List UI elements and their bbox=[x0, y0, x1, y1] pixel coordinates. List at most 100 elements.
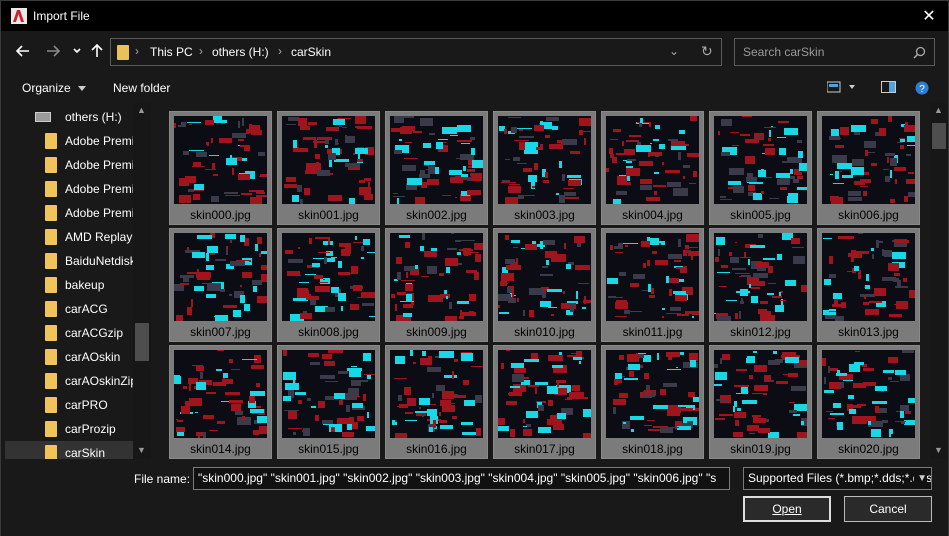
open-button[interactable]: Open bbox=[743, 496, 831, 522]
chevron-down-icon: ▼ bbox=[914, 468, 927, 489]
image-thumbnail bbox=[174, 116, 267, 204]
file-tile[interactable]: skin018.jpg bbox=[601, 345, 704, 459]
file-type-value: Supported Files (*.bmp;*.dds;*.dds bbox=[748, 471, 932, 485]
new-folder-button[interactable]: New folder bbox=[113, 81, 170, 95]
file-tile[interactable]: skin000.jpg bbox=[169, 111, 272, 225]
file-type-select[interactable]: Supported Files (*.bmp;*.dds;*.dds ▼ bbox=[743, 467, 932, 490]
up-button[interactable] bbox=[87, 41, 107, 61]
back-button[interactable] bbox=[13, 41, 33, 61]
file-tile[interactable]: skin001.jpg bbox=[277, 111, 380, 225]
file-tile[interactable]: skin020.jpg bbox=[817, 345, 920, 459]
caret-down-icon bbox=[78, 85, 87, 91]
nav-item-folder[interactable]: bakeup bbox=[5, 273, 133, 297]
nav-scroll-thumb[interactable] bbox=[135, 323, 149, 361]
search-input[interactable]: Search carSkin bbox=[743, 45, 824, 59]
address-bar[interactable]: › This PC › others (H:) › carSkin ⌄ ↻ bbox=[110, 38, 722, 66]
nav-item-folder[interactable]: AMD Replay bbox=[5, 225, 133, 249]
folder-icon bbox=[45, 373, 57, 389]
scroll-down-icon[interactable]: ▼ bbox=[934, 445, 943, 455]
grid-scroll-thumb[interactable] bbox=[932, 123, 946, 149]
folder-icon bbox=[45, 325, 57, 341]
file-tile[interactable]: skin013.jpg bbox=[817, 228, 920, 342]
preview-pane-button[interactable] bbox=[881, 81, 896, 96]
file-tile[interactable]: skin010.jpg bbox=[493, 228, 596, 342]
nav-scrollbar[interactable]: ▲ ▼ bbox=[133, 103, 151, 459]
nav-item-label: AMD Replay bbox=[65, 230, 133, 244]
file-name: skin014.jpg bbox=[190, 442, 251, 456]
image-thumbnail bbox=[714, 116, 807, 204]
help-button[interactable]: ? bbox=[915, 81, 929, 98]
nav-item-folder[interactable]: Adobe Premi bbox=[5, 201, 134, 225]
nav-item-label: carProzip bbox=[65, 422, 116, 436]
forward-button[interactable] bbox=[43, 41, 63, 61]
file-grid-scrollbar[interactable]: ▲ ▼ bbox=[930, 103, 948, 459]
file-name: skin008.jpg bbox=[298, 325, 359, 339]
refresh-icon[interactable]: ↻ bbox=[701, 43, 713, 60]
file-tile[interactable]: skin003.jpg bbox=[493, 111, 596, 225]
file-tile[interactable]: skin008.jpg bbox=[277, 228, 380, 342]
window-title: Import File bbox=[33, 9, 90, 23]
nav-item-folder[interactable]: Adobe Premi bbox=[5, 177, 134, 201]
import-file-dialog: Import File ✕ › This PC › others (H:) › … bbox=[0, 0, 949, 536]
file-tile[interactable]: skin011.jpg bbox=[601, 228, 704, 342]
nav-item-folder[interactable]: carProzip bbox=[5, 417, 133, 441]
close-button[interactable]: ✕ bbox=[910, 1, 948, 31]
breadcrumb-current-folder[interactable]: carSkin bbox=[291, 45, 331, 59]
scroll-up-icon[interactable]: ▲ bbox=[137, 105, 146, 115]
file-name: skin013.jpg bbox=[838, 325, 899, 339]
address-dropdown-icon[interactable]: ⌄ bbox=[669, 44, 679, 58]
nav-item-folder[interactable]: Adobe Premi bbox=[5, 153, 134, 177]
recent-locations-button[interactable] bbox=[67, 41, 87, 61]
folder-icon bbox=[45, 301, 57, 317]
nav-item-folder[interactable]: carSkin bbox=[5, 441, 133, 459]
file-name: skin010.jpg bbox=[514, 325, 575, 339]
title-bar[interactable]: Import File ✕ bbox=[1, 1, 948, 31]
nav-item-folder[interactable]: carACGzip bbox=[5, 321, 133, 345]
file-tile[interactable]: skin012.jpg bbox=[709, 228, 812, 342]
file-tile[interactable]: skin019.jpg bbox=[709, 345, 812, 459]
file-tile[interactable]: skin005.jpg bbox=[709, 111, 812, 225]
file-tile[interactable]: skin009.jpg bbox=[385, 228, 488, 342]
nav-item-folder[interactable]: carAOskin bbox=[5, 345, 133, 369]
nav-item-folder[interactable]: BaiduNetdisk bbox=[5, 249, 136, 273]
image-thumbnail bbox=[822, 233, 915, 321]
nav-item-folder[interactable]: Adobe Premi bbox=[5, 129, 134, 153]
image-thumbnail bbox=[606, 116, 699, 204]
chevron-down-icon bbox=[73, 48, 81, 54]
file-tile[interactable]: skin014.jpg bbox=[169, 345, 272, 459]
file-tile[interactable]: skin015.jpg bbox=[277, 345, 380, 459]
breadcrumb-drive[interactable]: others (H:) bbox=[212, 45, 269, 59]
view-icon bbox=[826, 81, 855, 93]
nav-item-folder[interactable]: carAOskinZip bbox=[5, 369, 137, 393]
file-tile[interactable]: skin007.jpg bbox=[169, 228, 272, 342]
scroll-up-icon[interactable]: ▲ bbox=[934, 105, 943, 115]
breadcrumb-this-pc[interactable]: This PC bbox=[150, 45, 193, 59]
scroll-down-icon[interactable]: ▼ bbox=[137, 445, 146, 455]
cancel-button[interactable]: Cancel bbox=[844, 496, 932, 522]
command-bar: Organize New folder ? bbox=[1, 73, 948, 103]
arrow-left-icon bbox=[16, 45, 29, 57]
change-view-button[interactable] bbox=[826, 81, 857, 96]
file-name-input[interactable]: "skin000.jpg" "skin001.jpg" "skin002.jpg… bbox=[193, 467, 730, 490]
folder-icon bbox=[45, 277, 57, 293]
nav-item-drive[interactable]: others (H:) bbox=[5, 105, 133, 129]
file-tile[interactable]: skin006.jpg bbox=[817, 111, 920, 225]
file-tile[interactable]: skin004.jpg bbox=[601, 111, 704, 225]
organize-button[interactable]: Organize bbox=[22, 81, 87, 95]
file-name: skin012.jpg bbox=[730, 325, 791, 339]
nav-item-folder[interactable]: carPRO bbox=[5, 393, 133, 417]
nav-item-label: Adobe Premi bbox=[65, 134, 135, 148]
image-thumbnail bbox=[606, 350, 699, 438]
folder-icon bbox=[45, 205, 57, 221]
nav-item-folder[interactable]: carACG bbox=[5, 297, 133, 321]
search-box[interactable]: Search carSkin bbox=[734, 38, 935, 66]
file-tile[interactable]: skin017.jpg bbox=[493, 345, 596, 459]
nav-item-label: carAOskinZip bbox=[65, 374, 137, 388]
image-thumbnail bbox=[498, 350, 591, 438]
file-tile[interactable]: skin002.jpg bbox=[385, 111, 488, 225]
arrow-up-icon bbox=[91, 44, 103, 57]
file-name: skin006.jpg bbox=[838, 208, 899, 222]
image-thumbnail bbox=[174, 350, 267, 438]
file-tile[interactable]: skin016.jpg bbox=[385, 345, 488, 459]
file-name: skin002.jpg bbox=[406, 208, 467, 222]
